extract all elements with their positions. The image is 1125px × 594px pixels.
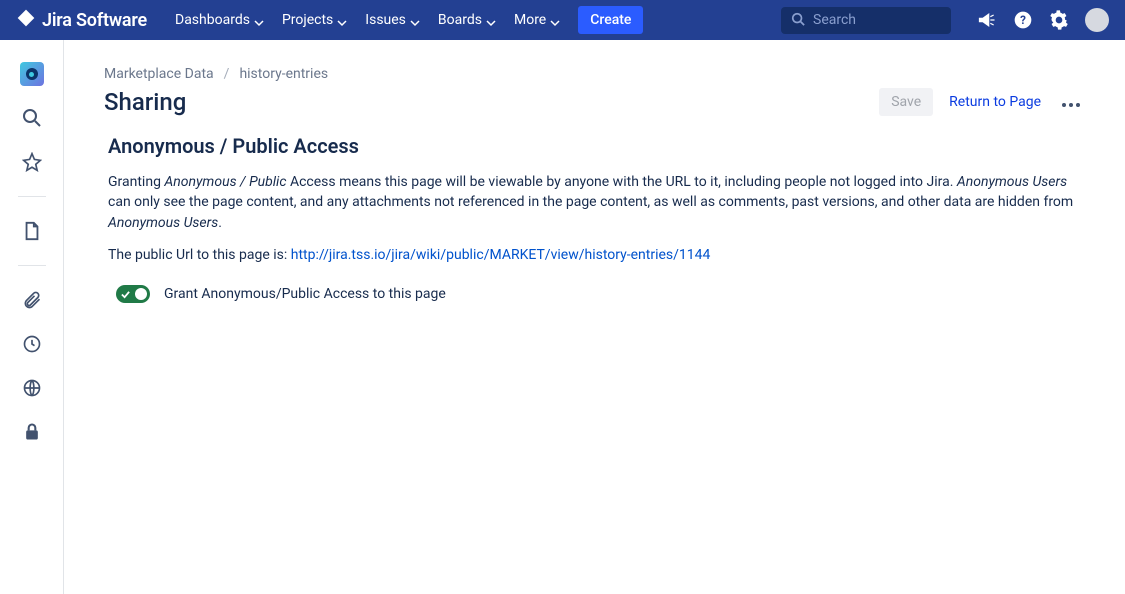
nav-item-label: Issues — [365, 12, 406, 28]
breadcrumb-page[interactable]: history-entries — [239, 66, 328, 82]
rail-globe-icon[interactable] — [20, 376, 44, 400]
search-input[interactable] — [813, 12, 941, 28]
nav-issues[interactable]: Issues — [357, 6, 426, 34]
save-button[interactable]: Save — [879, 88, 933, 116]
nav-item-label: Dashboards — [175, 12, 250, 28]
chevron-down-icon — [410, 16, 418, 24]
breadcrumb-project[interactable]: Marketplace Data — [104, 66, 214, 82]
rail-document-icon[interactable] — [20, 219, 44, 243]
title-actions: Save Return to Page — [879, 88, 1085, 116]
brand-logo[interactable]: Jira Software — [16, 8, 147, 32]
breadcrumb-separator: / — [224, 66, 230, 82]
return-to-page-link[interactable]: Return to Page — [949, 94, 1041, 110]
left-rail-sidebar — [0, 40, 64, 594]
rail-divider — [18, 265, 46, 266]
chevron-down-icon — [337, 16, 345, 24]
top-navigation-bar: Jira Software Dashboards Projects Issues… — [0, 0, 1125, 40]
public-access-toggle[interactable] — [116, 285, 150, 303]
public-url-line: The public Url to this page is: http://j… — [108, 247, 1085, 263]
rail-search-icon[interactable] — [20, 106, 44, 130]
nav-item-label: Boards — [438, 12, 482, 28]
megaphone-icon[interactable] — [977, 10, 997, 30]
more-actions-icon[interactable] — [1057, 89, 1085, 116]
nav-boards[interactable]: Boards — [430, 6, 502, 34]
nav-items: Dashboards Projects Issues Boards More C… — [167, 6, 643, 34]
rail-divider — [18, 196, 46, 197]
search-icon — [791, 11, 805, 30]
nav-projects[interactable]: Projects — [274, 6, 353, 34]
breadcrumb: Marketplace Data / history-entries — [104, 66, 1085, 82]
nav-item-label: More — [514, 12, 546, 28]
url-line-prefix: The public Url to this page is: — [108, 247, 291, 263]
project-icon[interactable] — [20, 62, 44, 86]
nav-dashboards[interactable]: Dashboards — [167, 6, 270, 34]
text-fragment: . — [218, 215, 222, 231]
anonymous-access-section: Anonymous / Public Access Granting Anony… — [104, 134, 1085, 303]
text-fragment: Access means this page will be viewable … — [286, 174, 956, 190]
nav-more[interactable]: More — [506, 6, 566, 34]
rail-star-icon[interactable] — [20, 150, 44, 174]
check-icon — [121, 284, 130, 303]
chevron-down-icon — [254, 16, 262, 24]
gear-icon[interactable] — [1049, 10, 1069, 30]
main-content: Marketplace Data / history-entries Shari… — [64, 40, 1125, 594]
create-button[interactable]: Create — [578, 6, 643, 34]
nav-item-label: Projects — [282, 12, 333, 28]
rail-lock-icon[interactable] — [20, 420, 44, 444]
toggle-label: Grant Anonymous/Public Access to this pa… — [164, 286, 446, 302]
text-em: Anonymous Users — [108, 215, 218, 231]
jira-logo-icon — [16, 8, 36, 32]
rail-clock-icon[interactable] — [20, 332, 44, 356]
rail-attachment-icon[interactable] — [20, 288, 44, 312]
topbar-icon-group: ? — [977, 8, 1109, 32]
brand-name: Jira Software — [42, 10, 147, 31]
toggle-row: Grant Anonymous/Public Access to this pa… — [108, 285, 1085, 303]
text-fragment: can only see the page content, and any a… — [108, 194, 1073, 210]
section-description: Granting Anonymous / Public Access means… — [108, 172, 1085, 233]
text-em: Anonymous Users — [957, 174, 1067, 190]
user-avatar[interactable] — [1085, 8, 1109, 32]
page-title: Sharing — [104, 88, 186, 116]
public-url-link[interactable]: http://jira.tss.io/jira/wiki/public/MARK… — [291, 247, 711, 263]
chevron-down-icon — [486, 16, 494, 24]
text-fragment: Granting — [108, 174, 164, 190]
help-icon[interactable]: ? — [1013, 10, 1033, 30]
text-em: Anonymous / Public — [164, 174, 286, 190]
svg-text:?: ? — [1020, 13, 1026, 27]
search-box[interactable] — [781, 7, 951, 34]
toggle-knob — [135, 288, 147, 300]
chevron-down-icon — [550, 16, 558, 24]
title-row: Sharing Save Return to Page — [104, 88, 1085, 116]
section-heading: Anonymous / Public Access — [108, 134, 1085, 158]
